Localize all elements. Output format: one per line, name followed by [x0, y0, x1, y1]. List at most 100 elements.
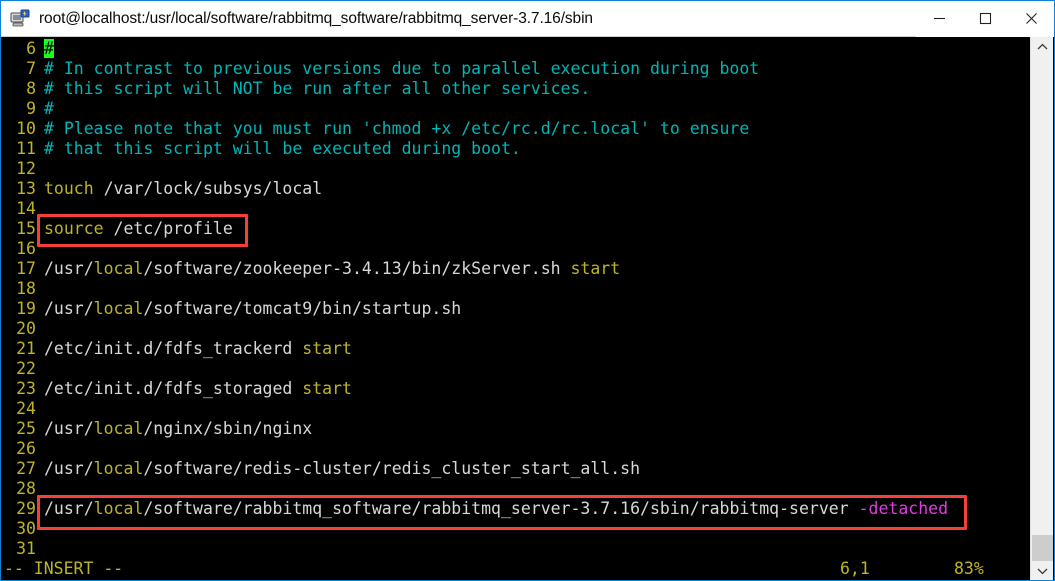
code-line: 25/usr/local/nginx/sbin/nginx	[2, 419, 1031, 439]
window-titlebar[interactable]: root@localhost:/usr/local/software/rabbi…	[1, 1, 1054, 37]
line-content: /usr/local/software/tomcat9/bin/startup.…	[36, 299, 461, 319]
line-content: /usr/local/software/zookeeper-3.4.13/bin…	[36, 259, 620, 279]
code-line: 27/usr/local/software/redis-cluster/redi…	[2, 459, 1031, 479]
text-cursor: #	[44, 39, 54, 58]
code-token: -detached	[858, 499, 948, 518]
chevron-up-icon	[1037, 43, 1048, 49]
code-line: 9 #	[2, 99, 1031, 119]
code-line: 22	[2, 359, 1031, 379]
vertical-scrollbar[interactable]	[1030, 37, 1053, 580]
scroll-up-button[interactable]	[1031, 37, 1054, 56]
code-line: 31	[2, 539, 1031, 559]
line-content: #	[36, 99, 54, 119]
code-token: /etc/init.d/fdfs_trackerd	[44, 339, 303, 358]
code-line: 6 #	[2, 39, 1031, 59]
line-number: 21	[16, 339, 36, 358]
code-line: 26	[2, 439, 1031, 459]
line-number: 31	[16, 539, 36, 558]
line-content: # In contrast to previous versions due t…	[36, 59, 759, 79]
line-number: 7	[26, 59, 36, 78]
line-content: # that this script will be executed duri…	[36, 139, 521, 159]
code-line: 10 # Please note that you must run 'chmod…	[2, 119, 1031, 139]
line-number: 17	[16, 259, 36, 278]
code-token: local	[93, 459, 144, 478]
code-token: /etc/init.d/fdfs_storaged	[44, 379, 303, 398]
line-number: 22	[16, 359, 36, 378]
code-token: /usr/	[44, 419, 94, 438]
code-token: /software/redis-cluster/redis_cluster_st…	[143, 459, 641, 478]
code-line: 23/etc/init.d/fdfs_storaged start	[2, 379, 1031, 399]
code-token: /var/lock/subsys/local	[93, 179, 323, 198]
line-content: /usr/local/nginx/sbin/nginx	[36, 419, 312, 439]
terminal-window: root@localhost:/usr/local/software/rabbi…	[0, 0, 1055, 581]
line-number: 29	[16, 499, 36, 518]
line-content: # Please note that you must run 'chmod +…	[36, 119, 749, 139]
line-number: 28	[16, 479, 36, 498]
line-number: 15	[16, 219, 36, 238]
line-number: 23	[16, 379, 36, 398]
vim-scroll-percent: 83%	[954, 559, 984, 578]
code-token: /software/tomcat9/bin/startup.sh	[143, 299, 462, 318]
scrollbar-thumb[interactable]	[1032, 535, 1053, 561]
code-token: start	[302, 339, 352, 358]
line-number: 14	[16, 199, 36, 218]
code-line: 21/etc/init.d/fdfs_trackerd start	[2, 339, 1031, 359]
vim-buffer[interactable]: 6 #7 # In contrast to previous versions du…	[2, 39, 1031, 559]
line-number: 30	[16, 519, 36, 538]
line-content: /usr/local/software/rabbitmq_software/ra…	[36, 499, 948, 519]
line-number: 20	[16, 319, 36, 338]
code-line: 17/usr/local/software/zookeeper-3.4.13/b…	[2, 259, 1031, 279]
close-button[interactable]	[1008, 1, 1054, 37]
line-number: 27	[16, 459, 36, 478]
code-token: /software/zookeeper-3.4.13/bin/zkServer.…	[143, 259, 571, 278]
code-line: 16	[2, 239, 1031, 259]
terminal-body[interactable]: 6 #7 # In contrast to previous versions du…	[2, 37, 1031, 580]
scroll-down-button[interactable]	[1031, 561, 1054, 580]
chevron-down-icon	[1037, 568, 1048, 574]
vim-mode-indicator: -- INSERT --	[4, 559, 124, 578]
code-token: # In contrast to previous versions due t…	[44, 59, 760, 78]
code-line: 18	[2, 279, 1031, 299]
code-token: /etc/profile	[103, 219, 233, 238]
window-controls	[916, 1, 1054, 37]
vim-status-line: -- INSERT -- 6,1 83%	[2, 558, 1031, 580]
code-line: 30	[2, 519, 1031, 539]
line-number: 25	[16, 419, 36, 438]
window-title: root@localhost:/usr/local/software/rabbi…	[39, 9, 593, 27]
line-content: source /etc/profile	[36, 219, 233, 239]
code-token: #	[44, 99, 54, 118]
code-token: # Please note that you must run 'chmod +…	[44, 119, 750, 138]
code-line: 15 source /etc/profile	[2, 219, 1031, 239]
code-token: start	[302, 379, 352, 398]
close-icon	[1025, 13, 1037, 24]
code-token: /usr/	[44, 459, 94, 478]
code-token: local	[93, 299, 144, 318]
code-line: 8 # this script will NOT be run after all…	[2, 79, 1031, 99]
minimize-button[interactable]	[916, 1, 962, 37]
line-content: /etc/init.d/fdfs_storaged start	[36, 379, 352, 399]
line-number: 18	[16, 279, 36, 298]
putty-terminal-icon	[9, 8, 31, 30]
line-content: touch /var/lock/subsys/local	[36, 179, 322, 199]
code-line: 28	[2, 479, 1031, 499]
code-line: 11 # that this script will be executed du…	[2, 139, 1031, 159]
code-line: 19/usr/local/software/tomcat9/bin/startu…	[2, 299, 1031, 319]
line-number: 19	[16, 299, 36, 318]
code-token: /usr/	[44, 299, 94, 318]
code-token: local	[93, 419, 144, 438]
code-token: /usr/	[44, 499, 94, 518]
maximize-button[interactable]	[962, 1, 1008, 37]
code-token: /usr/	[44, 259, 94, 278]
code-line: 14	[2, 199, 1031, 219]
line-number: 9	[26, 99, 36, 118]
line-number: 11	[16, 139, 36, 158]
line-content: /etc/init.d/fdfs_trackerd start	[36, 339, 352, 359]
code-token: local	[93, 259, 144, 278]
line-content: #	[36, 39, 54, 59]
line-number: 10	[16, 119, 36, 138]
code-token: local	[93, 499, 144, 518]
code-token: /software/rabbitmq_software/rabbitmq_ser…	[143, 499, 859, 518]
code-line: 7 # In contrast to previous versions due …	[2, 59, 1031, 79]
code-line: 24	[2, 399, 1031, 419]
code-line: 12	[2, 159, 1031, 179]
